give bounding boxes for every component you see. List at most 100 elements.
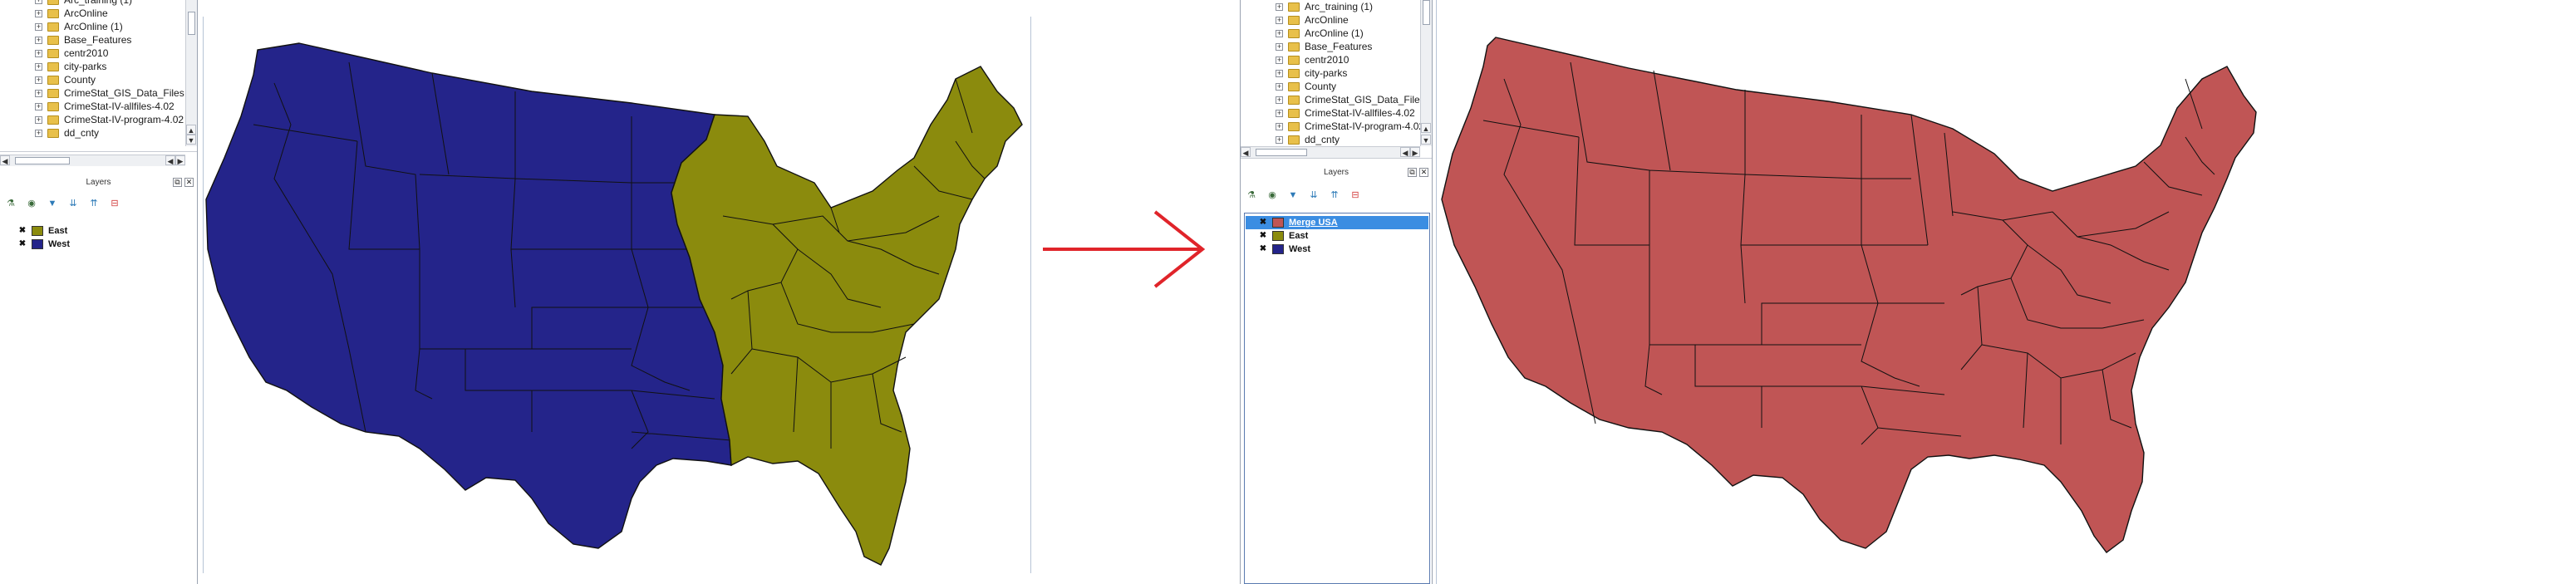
float-icon[interactable]: ⧉: [1408, 168, 1417, 177]
after-map-svg: [1441, 37, 2257, 553]
layer-item[interactable]: ✖ Merge USA: [1246, 216, 1428, 229]
visibility-icon[interactable]: ◉: [26, 198, 37, 209]
tree-item[interactable]: + Base_Features: [0, 33, 197, 47]
tree-item[interactable]: + CrimeStat_GIS_Data_Files: [0, 86, 197, 100]
tree-item[interactable]: + ArcOnline (1): [0, 20, 197, 33]
add-layer-icon[interactable]: ⚗: [1246, 189, 1257, 201]
expand-tree-icon[interactable]: +: [35, 102, 42, 110]
collapse-icon[interactable]: ⇈: [88, 198, 100, 209]
expand-tree-icon[interactable]: +: [1276, 2, 1283, 11]
tree-item-label: ArcOnline (1): [1305, 27, 1364, 39]
tree-item[interactable]: + CrimeStat_GIS_Data_Files: [1241, 93, 1432, 106]
tree-item-label: dd_cnty: [1305, 134, 1340, 145]
expand-tree-icon[interactable]: +: [35, 76, 42, 84]
scroll-down-arrow[interactable]: ▼: [1421, 135, 1431, 145]
layer-item[interactable]: ✖ West: [5, 238, 194, 251]
layer-name: Merge USA: [1289, 218, 1338, 228]
tree-item[interactable]: + Arc_training (1): [0, 0, 197, 7]
tree-item[interactable]: + County: [0, 73, 197, 86]
expand-tree-icon[interactable]: +: [1276, 96, 1283, 104]
tree-item[interactable]: + centr2010: [1241, 53, 1432, 66]
close-icon[interactable]: ✕: [184, 178, 194, 187]
float-icon[interactable]: ⧉: [173, 178, 182, 187]
close-icon[interactable]: ✕: [1419, 168, 1428, 177]
expand-tree-icon[interactable]: +: [35, 9, 42, 17]
scroll-left-arrow[interactable]: ◀: [165, 155, 175, 165]
layer-visibility-checkbox[interactable]: ✖: [1259, 218, 1267, 227]
expand-tree-icon[interactable]: +: [35, 0, 42, 4]
tree-item-label: centr2010: [64, 47, 109, 59]
tree-item[interactable]: + County: [1241, 80, 1432, 93]
expand-tree-icon[interactable]: +: [1276, 69, 1283, 77]
tree-item[interactable]: + city-parks: [1241, 66, 1432, 80]
scroll-up-arrow[interactable]: ▲: [186, 125, 196, 135]
collapse-icon[interactable]: ⇈: [1329, 189, 1340, 201]
tree-item[interactable]: + CrimeStat-IV-allfiles-4.02: [1241, 106, 1432, 120]
after-tree-horizontal-scrollbar[interactable]: ◀ ◀ ▶: [1241, 146, 1420, 158]
expand-tree-icon[interactable]: +: [35, 62, 42, 71]
expand-tree-icon[interactable]: +: [1276, 82, 1283, 91]
tree-item[interactable]: + Base_Features: [1241, 40, 1432, 53]
tree-item[interactable]: + city-parks: [0, 60, 197, 73]
scroll-thumb[interactable]: [1256, 149, 1307, 156]
tree-item[interactable]: + ArcOnline: [0, 7, 197, 20]
expand-tree-icon[interactable]: +: [35, 36, 42, 44]
folder-icon: [1288, 55, 1300, 65]
before-window: + Arc_training (1) + ArcOnline + ArcOnline (1…: [0, 0, 1039, 584]
scroll-thumb[interactable]: [188, 12, 195, 35]
filter-icon[interactable]: ▼: [47, 198, 58, 209]
tree-item[interactable]: + centr2010: [0, 47, 197, 60]
scroll-right-arrow[interactable]: ▶: [1410, 147, 1420, 157]
expand-tree-icon[interactable]: +: [1276, 135, 1283, 144]
scroll-down-arrow[interactable]: ▼: [186, 135, 196, 145]
after-map-canvas[interactable]: [1437, 0, 2576, 584]
after-tree-vertical-scrollbar[interactable]: ▲ ▼: [1420, 0, 1432, 146]
expand-tree-icon[interactable]: +: [1276, 29, 1283, 37]
layer-item[interactable]: ✖ East: [5, 224, 194, 238]
expand-tree-icon[interactable]: +: [35, 49, 42, 57]
expand-icon[interactable]: ⇊: [67, 198, 79, 209]
tree-item[interactable]: + dd_cnty: [1241, 133, 1432, 146]
tree-item[interactable]: + dd_cnty: [0, 126, 197, 140]
expand-tree-icon[interactable]: +: [1276, 109, 1283, 117]
before-map-canvas[interactable]: [204, 0, 1030, 584]
expand-tree-icon[interactable]: +: [1276, 42, 1283, 51]
before-tree-vertical-scrollbar[interactable]: ▲ ▼: [185, 0, 197, 146]
filter-icon[interactable]: ▼: [1287, 189, 1299, 201]
scroll-thumb[interactable]: [15, 157, 70, 164]
tree-item[interactable]: + ArcOnline: [1241, 13, 1432, 27]
scroll-thumb[interactable]: [1423, 0, 1430, 25]
add-layer-icon[interactable]: ⚗: [5, 198, 17, 209]
before-tree-horizontal-scrollbar[interactable]: ◀ ◀ ▶: [0, 155, 185, 166]
tree-item[interactable]: + CrimeStat-IV-program-4.02: [1241, 120, 1432, 133]
scroll-left-arrow[interactable]: ◀: [0, 155, 10, 165]
tree-item[interactable]: + Arc_training (1): [1241, 0, 1432, 13]
expand-tree-icon[interactable]: +: [35, 115, 42, 124]
layers-panel-title: Layers: [86, 178, 111, 187]
expand-tree-icon[interactable]: +: [1276, 16, 1283, 24]
east-region: [671, 66, 1023, 566]
remove-layer-icon[interactable]: ⊟: [1349, 189, 1361, 201]
folder-icon: [1288, 108, 1300, 118]
expand-tree-icon[interactable]: +: [1276, 122, 1283, 130]
tree-item[interactable]: + ArcOnline (1): [1241, 27, 1432, 40]
expand-tree-icon[interactable]: +: [1276, 56, 1283, 64]
layer-visibility-checkbox[interactable]: ✖: [1259, 245, 1267, 253]
expand-icon[interactable]: ⇊: [1308, 189, 1320, 201]
layer-visibility-checkbox[interactable]: ✖: [1259, 232, 1267, 240]
layer-item[interactable]: ✖ West: [1246, 243, 1428, 256]
scroll-up-arrow[interactable]: ▲: [1421, 123, 1431, 133]
scroll-left-arrow[interactable]: ◀: [1241, 147, 1251, 157]
expand-tree-icon[interactable]: +: [35, 22, 42, 31]
layer-item[interactable]: ✖ East: [1246, 229, 1428, 243]
scroll-right-arrow[interactable]: ▶: [175, 155, 185, 165]
layer-visibility-checkbox[interactable]: ✖: [18, 227, 27, 235]
expand-tree-icon[interactable]: +: [35, 89, 42, 97]
scroll-left-arrow[interactable]: ◀: [1400, 147, 1410, 157]
tree-item[interactable]: + CrimeStat-IV-program-4.02: [0, 113, 197, 126]
expand-tree-icon[interactable]: +: [35, 129, 42, 137]
layer-visibility-checkbox[interactable]: ✖: [18, 240, 27, 248]
tree-item[interactable]: + CrimeStat-IV-allfiles-4.02: [0, 100, 197, 113]
visibility-icon[interactable]: ◉: [1266, 189, 1278, 201]
remove-layer-icon[interactable]: ⊟: [109, 198, 120, 209]
